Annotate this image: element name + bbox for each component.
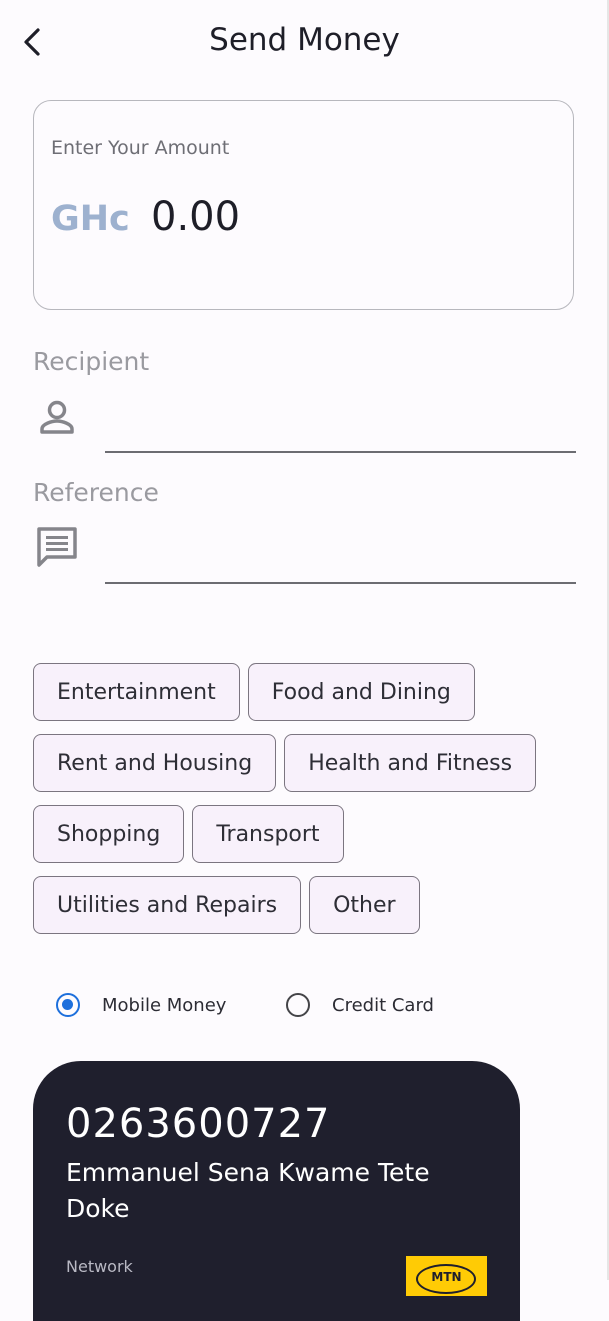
amount-input[interactable]: 0.00 bbox=[151, 194, 240, 240]
chip-health-and-fitness[interactable]: Health and Fitness bbox=[284, 734, 537, 792]
message-icon bbox=[37, 527, 77, 567]
network-label: Network bbox=[66, 1257, 133, 1276]
radio-mobile-money[interactable]: Mobile Money bbox=[56, 993, 226, 1017]
amount-card[interactable]: Enter Your Amount GHc 0.00 bbox=[33, 100, 574, 310]
chip-transport[interactable]: Transport bbox=[192, 805, 344, 863]
recipient-input[interactable] bbox=[105, 408, 580, 450]
chip-utilities-and-repairs[interactable]: Utilities and Repairs bbox=[33, 876, 302, 934]
amount-label: Enter Your Amount bbox=[51, 137, 230, 159]
wallet-holder-name: Emmanuel Sena Kwame Tete Doke bbox=[66, 1158, 430, 1223]
chip-entertainment[interactable]: Entertainment bbox=[33, 663, 240, 721]
radio-label: Mobile Money bbox=[102, 994, 227, 1016]
reference-label: Reference bbox=[33, 478, 159, 507]
mtn-logo: MTN bbox=[406, 1256, 487, 1296]
chip-food-and-dining[interactable]: Food and Dining bbox=[247, 663, 475, 721]
radio-unselected-indicator[interactable] bbox=[286, 993, 310, 1017]
recipient-underline bbox=[105, 451, 576, 453]
person-icon bbox=[40, 400, 74, 434]
chip-shopping[interactable]: Shopping bbox=[33, 805, 185, 863]
header: Send Money bbox=[0, 0, 609, 84]
mtn-logo-text: MTN bbox=[431, 1270, 462, 1284]
chip-rent-and-housing[interactable]: Rent and Housing bbox=[33, 734, 277, 792]
radio-credit-card[interactable]: Credit Card bbox=[286, 993, 434, 1017]
reference-underline bbox=[105, 582, 576, 584]
radio-selected-indicator[interactable] bbox=[56, 993, 80, 1017]
chip-other[interactable]: Other bbox=[309, 876, 420, 934]
recipient-label: Recipient bbox=[33, 347, 150, 376]
reference-input[interactable] bbox=[105, 539, 580, 581]
radio-label: Credit Card bbox=[332, 994, 434, 1016]
wallet-number: 0263600727 bbox=[66, 1101, 331, 1147]
currency-label: GHc bbox=[51, 199, 130, 239]
wallet-card[interactable]: 0263600727 Emmanuel Sena Kwame Tete Doke… bbox=[33, 1061, 520, 1321]
page-title: Send Money bbox=[209, 22, 400, 58]
payment-method-group: Mobile Money Credit Card bbox=[52, 993, 572, 1027]
category-chips: Entertainment Food and Dining Rent and H… bbox=[33, 663, 593, 947]
